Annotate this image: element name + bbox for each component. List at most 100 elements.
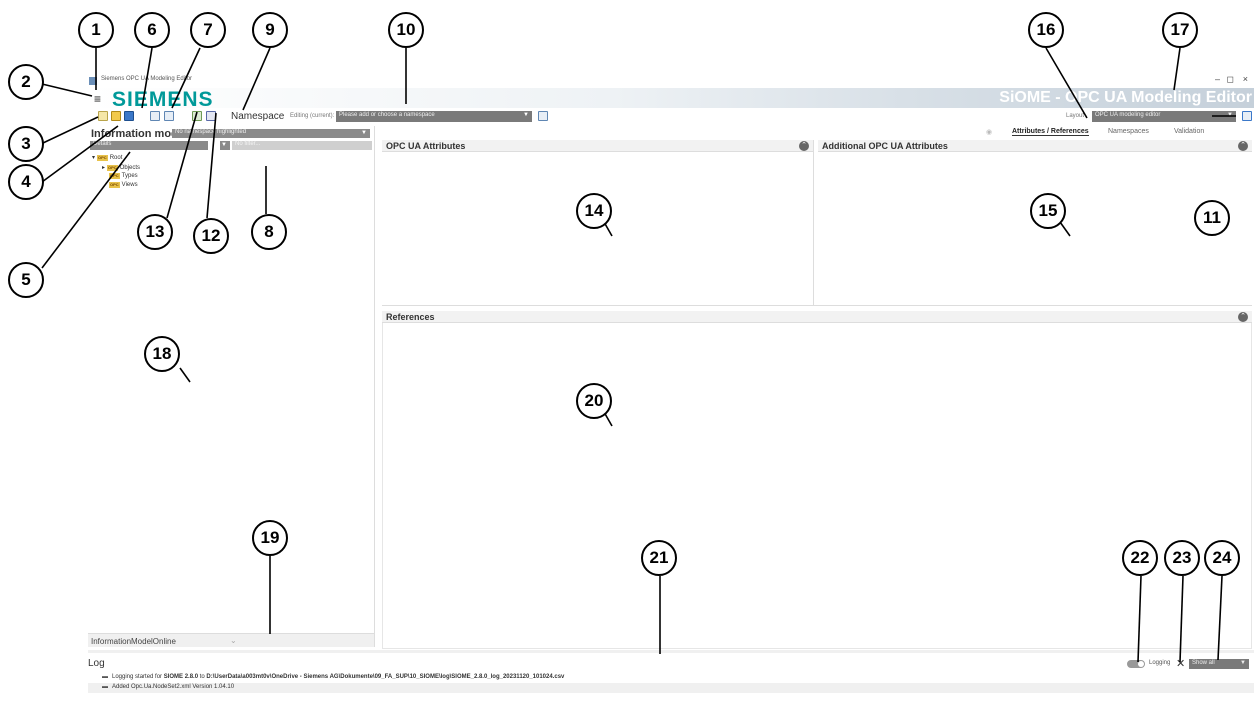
tree-node-label: Root (109, 154, 123, 161)
references-title: References (386, 312, 435, 322)
horizontal-splitter[interactable] (382, 305, 1252, 306)
callout-3: 3 (8, 126, 44, 162)
logging-toggle[interactable] (1127, 660, 1145, 668)
log-entry: ▬ Added Opc.Ua.NodeSet2.xml Version 1.04… (102, 684, 234, 690)
opc-folder-icon: OPC (109, 173, 120, 179)
log-entry-text: Added Opc.Ua.NodeSet2.xml Version 1.04.1… (112, 684, 235, 690)
save-icon[interactable] (124, 111, 134, 121)
callout-11: 11 (1194, 200, 1230, 236)
callout-14: 14 (576, 193, 612, 229)
tree-node-label: Views (121, 182, 138, 188)
minimize-button[interactable]: – (1215, 74, 1220, 84)
open-folder-icon[interactable] (111, 111, 121, 121)
tree-node-views[interactable]: OPC Views (109, 182, 138, 188)
callout-6: 6 (134, 12, 170, 48)
report-icon[interactable] (206, 111, 216, 121)
circle-icon: ◉ (986, 129, 993, 136)
callout-24: 24 (1204, 540, 1240, 576)
tree-node-objects[interactable]: ▸ OPC Objects (102, 164, 140, 171)
chevron-down-icon: ▼ (361, 130, 367, 136)
opc-ua-attributes-title: OPC UA Attributes (386, 141, 466, 151)
log-row-highlight (88, 683, 1254, 693)
collapse-icon[interactable]: ⌃ (1238, 312, 1248, 322)
maximize-button[interactable]: ◻ (1227, 74, 1234, 85)
opc-folder-icon: OPC (109, 182, 120, 188)
namespace-label: Namespace (231, 111, 285, 122)
opc-folder-icon: OPC (97, 154, 108, 161)
clear-log-icon[interactable]: ✕ (1176, 657, 1185, 670)
callout-5: 5 (8, 262, 44, 298)
tree-filter-placeholder: No filter... (235, 141, 261, 147)
log-text: Logging started for (112, 674, 164, 680)
callout-13: 13 (137, 214, 173, 250)
callout-7: 7 (190, 12, 226, 48)
callout-1: 1 (78, 12, 114, 48)
tree-node-root[interactable]: ▾ OPC Root (92, 154, 122, 161)
hamburger-icon[interactable]: ≡ (94, 92, 101, 106)
tree-node-types[interactable]: OPC Types (109, 173, 138, 179)
panel-splitter[interactable] (813, 140, 814, 305)
log-panel: Log Logging ✕ Show all ▼ ▬ Logging start… (88, 657, 1254, 708)
new-file-icon[interactable] (98, 111, 108, 121)
callout-10: 10 (388, 12, 424, 48)
information-model-panel: Information model No namespace highlight… (88, 126, 375, 647)
log-splitter[interactable] (88, 650, 1254, 653)
close-button[interactable]: × (1243, 74, 1248, 84)
references-header: References ⌃ (382, 311, 1252, 323)
namespace-select-value: Please add or choose a namespace (339, 112, 435, 118)
tab-attributes-references[interactable]: Attributes / References (1012, 128, 1089, 136)
chevron-down-icon[interactable]: ⌄ (230, 636, 237, 645)
chevron-down-icon: ▼ (1240, 660, 1246, 666)
log-filter-select[interactable]: Show all ▼ (1189, 659, 1249, 669)
tab-namespaces[interactable]: Namespaces (1108, 128, 1149, 135)
log-path: D:\UserData\a003mt0v\OneDrive - Siemens … (206, 674, 565, 680)
namespace-select[interactable]: Please add or choose a namespace ▼ (336, 111, 532, 122)
information-model-online-bar[interactable]: InformationModelOnline ⌄ (88, 633, 374, 647)
tree-filter-input[interactable]: No filter... (232, 141, 372, 150)
collapse-icon[interactable]: ⌃ (799, 141, 809, 151)
validate-icon[interactable] (192, 111, 202, 121)
right-tabs: ◉ Attributes / References Namespaces Val… (982, 126, 1254, 140)
namespace-settings-icon[interactable] (538, 111, 548, 121)
app-header: ≡ SIEMENS SiOME - OPC UA Modeling Editor (88, 88, 1254, 111)
app-icon (89, 77, 97, 85)
layout-select-value: OPC UA modeling editor (1095, 112, 1161, 118)
main-toolbar: Namespace Editing (current): Please add … (88, 108, 1254, 126)
export-icon[interactable] (164, 111, 174, 121)
layout-select[interactable]: OPC UA modeling editor ▼ (1092, 111, 1236, 122)
tab-validation[interactable]: Validation (1174, 128, 1204, 135)
log-entry-text: Logging started for SIOME 2.8.0 to D:\Us… (112, 674, 564, 680)
details-bar[interactable]: Details (90, 141, 208, 150)
layout-save-icon[interactable] (1242, 111, 1252, 121)
details-label: Details (93, 141, 112, 147)
log-title: Log (88, 658, 105, 669)
app-title: SiOME - OPC UA Modeling Editor (999, 89, 1252, 106)
log-version: SIOME 2.8.0 (163, 674, 199, 680)
filter-type-select[interactable]: ▼ (220, 141, 230, 150)
log-filter-value: Show all (1192, 660, 1215, 666)
callout-15: 15 (1030, 193, 1066, 229)
callout-17: 17 (1162, 12, 1198, 48)
callout-21: 21 (641, 540, 677, 576)
layout-label: Layout (1066, 113, 1085, 119)
log-entry-icon: ▬ (102, 684, 108, 690)
additional-attributes-header: Additional OPC UA Attributes ⌃ (818, 140, 1252, 152)
opc-ua-attributes-header: OPC UA Attributes ⌃ (382, 140, 813, 152)
logging-label: Logging (1149, 660, 1171, 666)
import-icon[interactable] (150, 111, 160, 121)
namespace-highlight-select[interactable]: No namespace highlighted ▼ (172, 129, 370, 138)
opc-folder-icon: OPC (107, 164, 118, 171)
expand-arrow-icon[interactable]: ▾ (92, 154, 95, 161)
callout-20: 20 (576, 383, 612, 419)
callout-16: 16 (1028, 12, 1064, 48)
collapse-icon[interactable]: ⌃ (1238, 141, 1248, 151)
callout-4: 4 (8, 164, 44, 200)
expand-arrow-icon[interactable]: ▸ (102, 164, 105, 171)
namespace-highlight-value: No namespace highlighted (175, 129, 247, 135)
online-label: InformationModelOnline (91, 637, 176, 646)
chevron-down-icon: ▼ (523, 112, 529, 118)
callout-12: 12 (193, 218, 229, 254)
callout-8: 8 (251, 214, 287, 250)
callout-22: 22 (1122, 540, 1158, 576)
additional-attributes-title: Additional OPC UA Attributes (822, 141, 948, 151)
